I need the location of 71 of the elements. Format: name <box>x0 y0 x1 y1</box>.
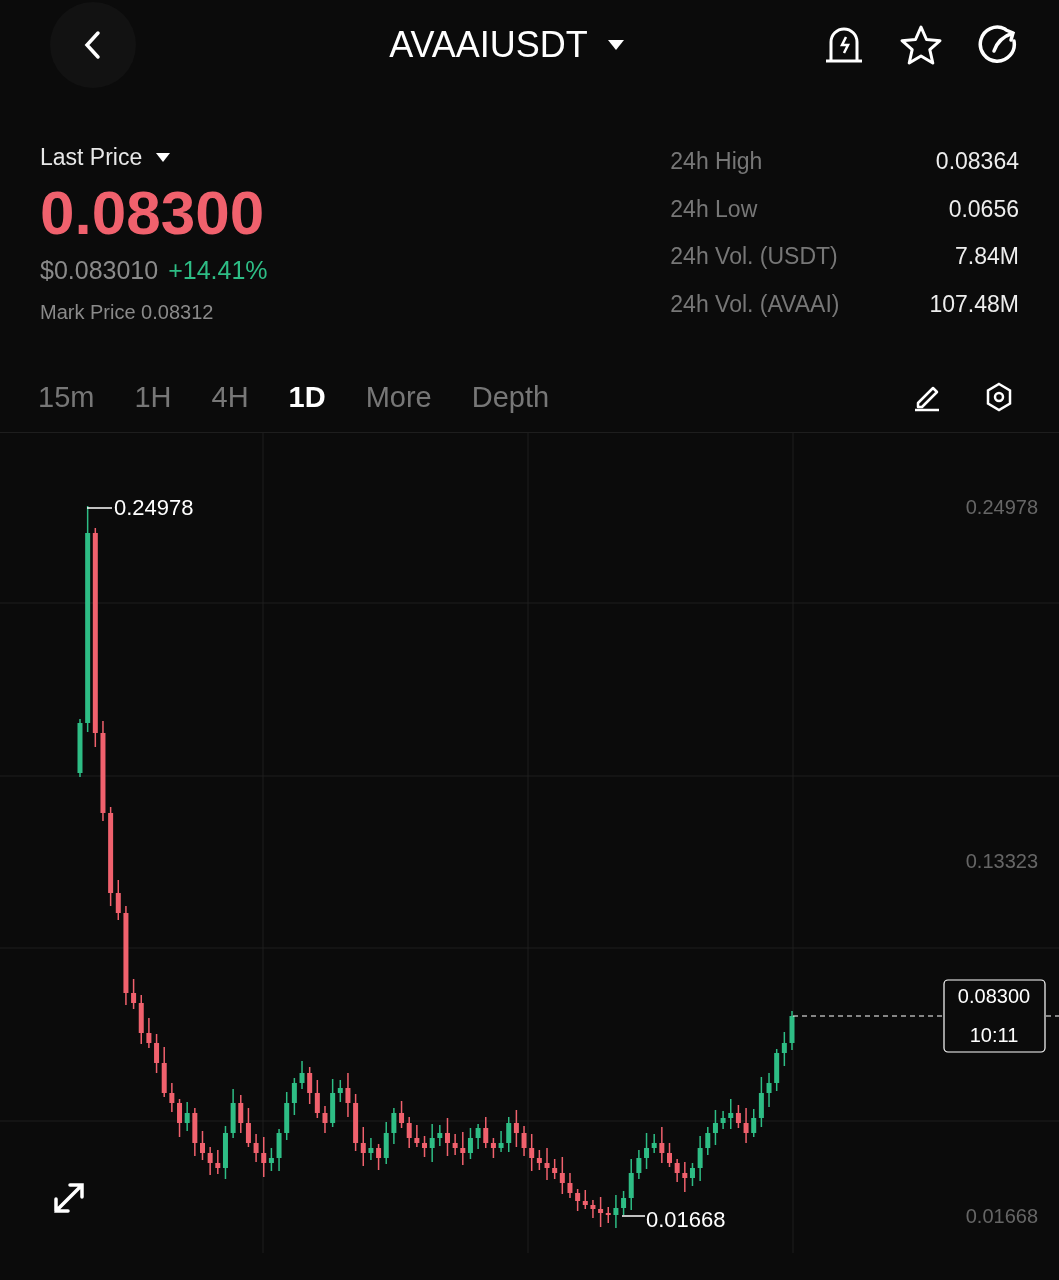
high-label: 0.24978 <box>114 495 194 520</box>
caret-icon <box>156 153 171 162</box>
candle <box>789 1010 795 1051</box>
candle <box>414 1124 420 1148</box>
pair-selector[interactable]: AVAAIUSDT <box>136 23 823 67</box>
candle <box>345 1072 351 1118</box>
candle <box>391 1107 397 1145</box>
candle <box>322 1105 328 1134</box>
fullscreen-icon[interactable] <box>54 1183 84 1213</box>
price-change: +14.41% <box>168 256 268 285</box>
leader-line <box>86 507 113 509</box>
candle <box>207 1146 213 1176</box>
stat-label: 24h Vol. (USDT) <box>670 243 839 271</box>
candle <box>299 1060 305 1090</box>
axis-label: 0.01668 <box>965 1205 1038 1227</box>
current-price-tag: 0.08300 10:11 <box>943 979 1046 1053</box>
timeframe-tab[interactable]: More <box>365 380 432 414</box>
candle <box>169 1082 175 1113</box>
candle <box>452 1133 458 1156</box>
low-label: 0.01668 <box>646 1207 726 1232</box>
candle <box>674 1158 680 1183</box>
stat-value: 0.08364 <box>934 148 1019 176</box>
candle <box>445 1117 450 1157</box>
stat-value: 0.0656 <box>947 195 1019 224</box>
candle <box>429 1123 435 1163</box>
timeframe-tab[interactable]: 15m <box>38 380 95 414</box>
stat-label: 24h Low <box>670 195 759 224</box>
candle <box>567 1172 573 1199</box>
candle <box>521 1125 527 1157</box>
stat-label: 24h High <box>670 148 764 176</box>
candle <box>475 1123 481 1150</box>
candle <box>276 1128 282 1172</box>
candle <box>544 1147 550 1181</box>
timeframe-tab[interactable]: 1D <box>288 380 326 414</box>
candle <box>667 1142 672 1168</box>
caret-icon <box>607 40 624 50</box>
last-price: 0.08300 <box>40 177 266 248</box>
last-price-selector[interactable]: Last Price <box>40 144 268 171</box>
price-line <box>1045 1015 1059 1017</box>
star-icon[interactable] <box>899 24 943 66</box>
candle <box>590 1199 596 1219</box>
candle <box>200 1130 205 1161</box>
timeframe-tab[interactable]: 1H <box>134 380 172 414</box>
stat-value: 7.84M <box>954 243 1019 271</box>
candle <box>498 1130 504 1153</box>
candle <box>766 1072 772 1108</box>
axis-label: 0.13323 <box>965 850 1038 872</box>
candle <box>192 1107 198 1157</box>
timeframe-tab[interactable]: 4H <box>211 380 249 414</box>
settings-icon[interactable] <box>985 382 1013 412</box>
usd-price: $0.083010 <box>40 256 159 285</box>
axis-label: 0.24978 <box>965 496 1038 518</box>
share-icon[interactable] <box>977 24 1019 66</box>
candle <box>230 1088 236 1139</box>
candle <box>146 1017 152 1049</box>
candle <box>636 1149 642 1180</box>
candle <box>613 1194 619 1229</box>
candle <box>422 1135 427 1158</box>
candle <box>368 1137 374 1161</box>
timeframe-tab[interactable]: Depth <box>471 380 550 414</box>
stat-value: 107.48M <box>929 290 1019 319</box>
candle <box>720 1110 726 1130</box>
candle <box>659 1126 665 1164</box>
stat-label: 24h Vol. (AVAAI) <box>670 290 840 319</box>
candle <box>697 1135 703 1182</box>
candle <box>77 718 83 778</box>
candle <box>743 1107 749 1144</box>
candle <box>253 1133 259 1163</box>
candle <box>437 1124 443 1147</box>
leader-line <box>621 1215 646 1217</box>
mark-price: Mark Price 0.08312 <box>40 301 215 324</box>
